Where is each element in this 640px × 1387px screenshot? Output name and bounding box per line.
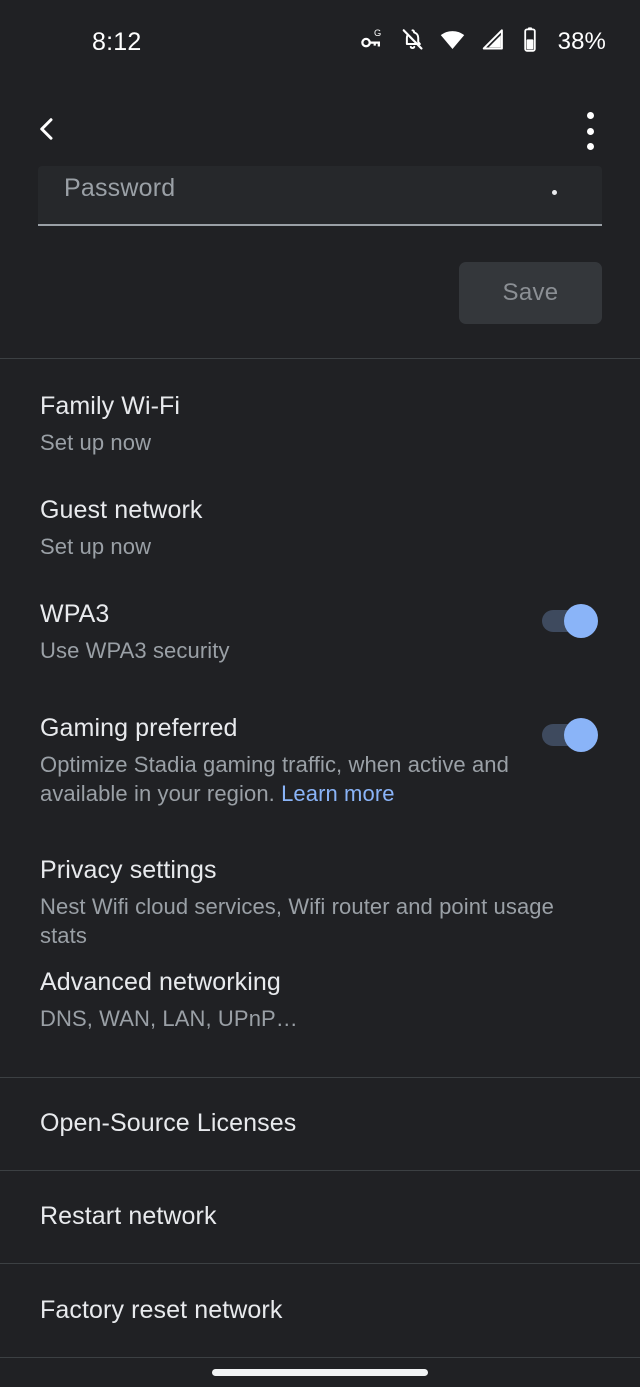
row-text: Advanced networking DNS, WAN, LAN, UPnP… [40,968,600,1033]
row-text: WPA3 Use WPA3 security [40,600,542,665]
phone-screen: 8:12 G 38% Password Save Family Wi-Fi Se… [0,0,640,1387]
row-text: Guest network Set up now [40,496,600,561]
row-text: Privacy settings Nest Wifi cloud service… [40,856,600,950]
battery-icon [519,26,541,58]
battery-percent-label: 38% [557,28,606,55]
cell-signal-icon [480,27,505,57]
setting-row-gaming-preferred[interactable]: Gaming preferred Optimize Stadia gaming … [0,714,640,856]
more-vert-icon-dot-1 [586,112,594,119]
learn-more-link[interactable]: Learn more [281,781,395,806]
row-text: Gaming preferred Optimize Stadia gaming … [40,714,520,808]
setting-row-wpa3[interactable]: WPA3 Use WPA3 security [0,600,640,714]
row-subtitle: Set up now [40,429,152,455]
wifi-icon [439,26,466,58]
row-subtitle: Optimize Stadia gaming traffic, when act… [40,750,520,808]
overflow-menu-button[interactable] [568,108,612,154]
action-row-factory-reset-network[interactable]: Factory reset network [0,1263,640,1357]
gesture-home-indicator[interactable] [212,1369,428,1376]
row-subtitle: Use WPA3 security [40,637,230,663]
settings-list: Family Wi-Fi Set up now Guest network Se… [0,392,640,1072]
row-text: Family Wi-Fi Set up now [40,392,600,457]
row-title: Gaming preferred [40,714,238,742]
save-button[interactable]: Save [459,262,602,324]
row-title: Guest network [40,496,203,524]
status-bar-clock: 8:12 [92,27,142,56]
divider-before-gesture-bar [0,1357,640,1358]
password-visibility-dot-icon[interactable] [552,190,557,195]
row-title: Advanced networking [40,968,281,996]
row-subtitle: DNS, WAN, LAN, UPnP… [40,1005,298,1031]
setting-row-advanced-networking[interactable]: Advanced networking DNS, WAN, LAN, UPnP… [0,968,640,1072]
action-row-open-source-licenses[interactable]: Open-Source Licenses [0,1077,640,1170]
svg-text:G: G [374,27,381,37]
password-field[interactable]: Password [38,166,602,226]
more-vert-icon-dot-2 [586,127,594,135]
save-row: Save [0,262,640,324]
row-subtitle-text: Optimize Stadia gaming traffic, when act… [40,751,509,806]
setting-row-family-wifi[interactable]: Family Wi-Fi Set up now [0,392,640,496]
action-label: Restart network [40,1202,217,1230]
more-vert-icon-dot-3 [586,143,594,150]
password-section: Password Save [0,166,640,324]
setting-row-privacy-settings[interactable]: Privacy settings Nest Wifi cloud service… [0,856,640,968]
toggle-thumb [564,604,598,638]
notifications-off-icon [400,27,425,57]
row-title: Privacy settings [40,856,217,884]
password-field-label: Password [64,174,176,202]
row-subtitle: Nest Wifi cloud services, Wifi router an… [40,893,554,948]
status-bar: 8:12 G 38% [0,0,640,84]
gaming-preferred-toggle[interactable] [542,718,598,752]
action-label: Open-Source Licenses [40,1109,297,1137]
chevron-left-icon [32,114,62,149]
toggle-thumb [564,718,598,752]
divider-after-password [0,358,640,359]
action-label: Factory reset network [40,1295,283,1324]
action-row-restart-network[interactable]: Restart network [0,1170,640,1263]
wpa3-toggle[interactable] [542,604,598,638]
setting-row-guest-network[interactable]: Guest network Set up now [0,496,640,600]
row-title: Family Wi-Fi [40,392,181,420]
row-title: WPA3 [40,600,110,628]
row-subtitle: Set up now [40,533,152,559]
vpn-key-g-icon: G [360,27,386,58]
back-button[interactable] [26,110,68,152]
status-bar-icons: G 38% [360,26,606,58]
